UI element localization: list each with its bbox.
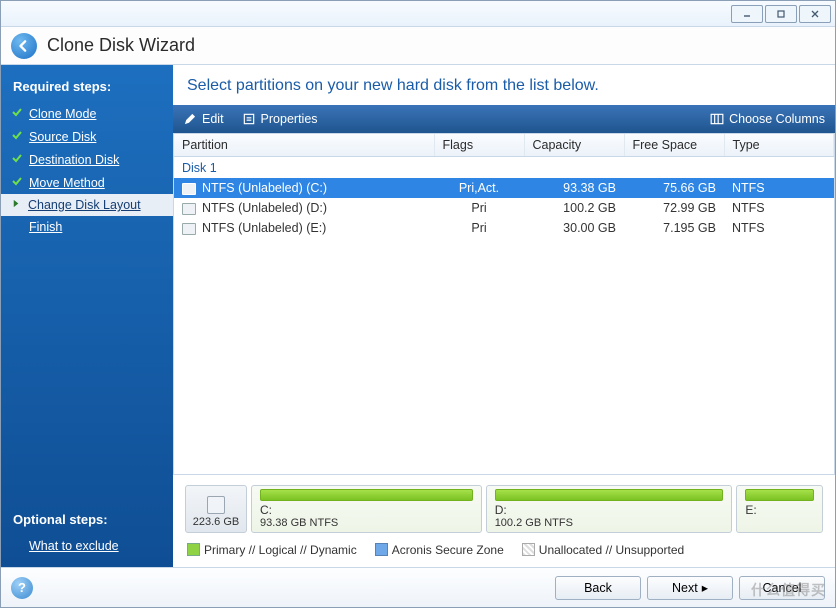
disk-icon [207,496,225,514]
minimize-button[interactable] [731,5,763,23]
step-finish[interactable]: Finish [1,216,173,238]
choose-columns-label: Choose Columns [729,112,825,126]
properties-button[interactable]: Properties [242,112,318,126]
wizard-next-button[interactable]: Next ▸ [647,576,733,600]
legend-secure-swatch [375,543,388,556]
legend-unalloc-label: Unallocated // Unsupported [539,543,684,557]
partition-toolbar: Edit Properties Choose Columns [173,105,835,133]
col-free[interactable]: Free Space [624,134,724,157]
step-destination-disk[interactable]: Destination Disk [1,148,173,171]
instruction-text: Select partitions on your new hard disk … [173,65,835,105]
maximize-button[interactable] [765,5,797,23]
disk-layout-bar: 223.6 GB C:93.38 GB NTFSD:100.2 GB NTFSE… [173,475,835,537]
partition-block[interactable]: C:93.38 GB NTFS [251,485,482,533]
arrow-right-icon [11,198,22,212]
legend-primary-label: Primary // Logical // Dynamic [204,543,357,557]
cancel-label: Cancel [763,581,802,595]
partition-row[interactable]: NTFS (Unlabeled) (E:)Pri30.00 GB7.195 GB… [174,218,834,238]
choose-columns-button[interactable]: Choose Columns [710,112,825,126]
col-capacity[interactable]: Capacity [524,134,624,157]
edit-button[interactable]: Edit [183,112,224,126]
legend-secure-label: Acronis Secure Zone [392,543,504,557]
step-move-method[interactable]: Move Method [1,171,173,194]
partition-name: C: [260,503,473,517]
partition-name: E: [745,503,814,517]
check-icon [11,106,23,121]
properties-icon [242,112,256,126]
step-label: Clone Mode [29,107,96,121]
step-change-disk-layout[interactable]: Change Disk Layout [1,194,173,216]
next-label: Next [672,581,698,595]
step-label: Source Disk [29,130,96,144]
wizard-sidebar: Required steps: Clone Mode Source Disk Des… [1,65,173,567]
step-source-disk[interactable]: Source Disk [1,125,173,148]
step-label: Destination Disk [29,153,119,167]
legend-primary-swatch [187,543,200,556]
close-button[interactable] [799,5,831,23]
required-steps-heading: Required steps: [1,75,173,102]
disk-group-label: Disk 1 [174,157,834,179]
partition-icon [182,203,196,215]
partition-list[interactable]: Partition Flags Capacity Free Space Type… [173,133,835,475]
edit-label: Edit [202,112,224,126]
usage-bar [745,489,814,501]
wizard-title: Clone Disk Wizard [47,35,195,56]
partition-icon [182,183,196,195]
partition-info: 100.2 GB NTFS [495,517,724,529]
disk-total-size: 223.6 GB [193,516,239,528]
wizard-back-button[interactable]: Back [555,576,641,600]
usage-bar [260,489,473,501]
pencil-icon [183,112,197,126]
optional-steps-heading: Optional steps: [1,508,173,535]
usage-bar [495,489,724,501]
back-icon-button[interactable] [11,33,37,59]
partition-name: D: [495,503,724,517]
step-label: Change Disk Layout [28,198,141,212]
disk-capacity-cell: 223.6 GB [185,485,247,533]
back-label: Back [584,581,612,595]
properties-label: Properties [261,112,318,126]
partition-block[interactable]: E: [736,485,823,533]
partition-row[interactable]: NTFS (Unlabeled) (C:)Pri,Act.93.38 GB75.… [174,178,834,198]
partition-icon [182,223,196,235]
step-label: What to exclude [29,539,119,553]
chevron-right-icon: ▸ [702,580,708,595]
col-flags[interactable]: Flags [434,134,524,157]
check-icon [11,129,23,144]
col-partition[interactable]: Partition [174,134,434,157]
columns-icon [710,112,724,126]
col-type[interactable]: Type [724,134,834,157]
step-label: Move Method [29,176,105,190]
partition-row[interactable]: NTFS (Unlabeled) (D:)Pri100.2 GB72.99 GB… [174,198,834,218]
help-button[interactable]: ? [11,577,33,599]
partition-info: 93.38 GB NTFS [260,517,473,529]
legend: Primary // Logical // Dynamic Acronis Se… [173,537,835,567]
check-icon [11,175,23,190]
step-label: Finish [29,220,62,234]
legend-unalloc-swatch [522,543,535,556]
step-clone-mode[interactable]: Clone Mode [1,102,173,125]
step-what-to-exclude[interactable]: What to exclude [1,535,173,557]
check-icon [11,152,23,167]
wizard-cancel-button[interactable]: Cancel [739,576,825,600]
partition-block[interactable]: D:100.2 GB NTFS [486,485,733,533]
